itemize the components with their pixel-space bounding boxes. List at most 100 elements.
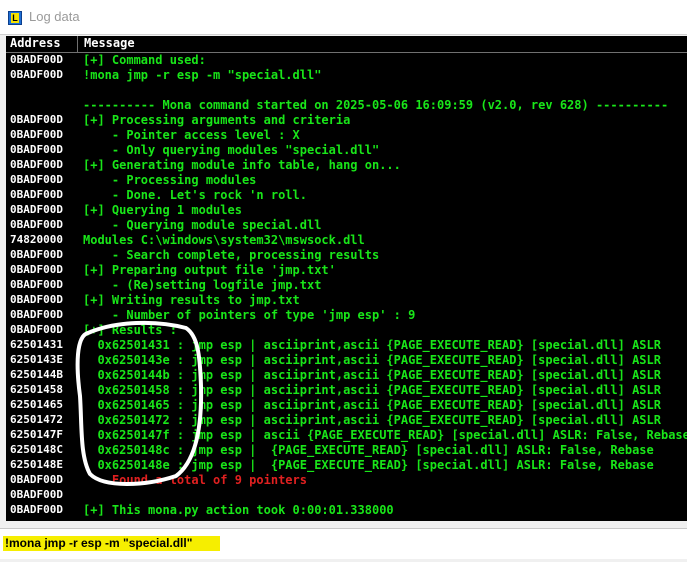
log-header: Address Message <box>6 36 687 53</box>
log-row[interactable]: 0BADF00D [+] Generating module info table… <box>6 158 687 173</box>
log-row-address: 62501431 <box>10 338 63 351</box>
command-input[interactable]: !mona jmp -r esp -m "special.dll" <box>3 536 221 551</box>
log-row-message: Modules C:\windows\system32\mswsock.dll <box>83 233 365 247</box>
log-row-address: 0BADF00D <box>10 143 63 156</box>
log-row-message: 0x62501458 : jmp esp | asciiprint,ascii … <box>83 383 661 397</box>
log-row-address: 0BADF00D <box>10 278 63 291</box>
log-row[interactable]: 6250148E 0x6250148e : jmp esp | {PAGE_EX… <box>6 458 687 473</box>
log-row-address: 0BADF00D <box>10 308 63 321</box>
log-row-message: - Pointer access level : X <box>83 128 300 142</box>
log-row[interactable]: 0BADF00D - Querying module special.dll <box>6 218 687 233</box>
log-row-address: 62501458 <box>10 383 63 396</box>
log-row-address: 0BADF00D <box>10 113 63 126</box>
log-row[interactable]: 0BADF00D - Search complete, processing r… <box>6 248 687 263</box>
log-row-message: [+] Results : <box>83 323 177 337</box>
log-row-message: ---------- Mona command started on 2025-… <box>83 98 669 112</box>
log-row-message: [+] Querying 1 modules <box>83 203 242 217</box>
log-row-message: 0x62501431 : jmp esp | asciiprint,ascii … <box>83 338 661 352</box>
command-bar: !mona jmp -r esp -m "special.dll" <box>0 528 687 559</box>
log-row[interactable]: 0BADF00D - Number of pointers of type 'j… <box>6 308 687 323</box>
column-header-message[interactable]: Message <box>84 36 135 52</box>
log-row-message: 0x62501472 : jmp esp | asciiprint,ascii … <box>83 413 661 427</box>
log-row[interactable]: 6250147F 0x6250147f : jmp esp | ascii {P… <box>6 428 687 443</box>
log-row[interactable]: 0BADF00D [+] Command used: <box>6 53 687 68</box>
log-row-address: 0BADF00D <box>10 203 63 216</box>
log-row[interactable]: 62501458 0x62501458 : jmp esp | asciipri… <box>6 383 687 398</box>
log-row-message: 0x6250144b : jmp esp | asciiprint,ascii … <box>83 368 661 382</box>
log-row-address: 62501472 <box>10 413 63 426</box>
log-row-message: 0x6250147f : jmp esp | ascii {PAGE_EXECU… <box>83 428 687 442</box>
log-row-message: [+] Writing results to jmp.txt <box>83 293 300 307</box>
log-row[interactable]: 0BADF00D Found a total of 9 pointers <box>6 473 687 488</box>
log-row-message: - Processing modules <box>83 173 257 187</box>
log-row-message: [+] This mona.py action took 0:00:01.338… <box>83 503 394 517</box>
log-row[interactable]: 62501472 0x62501472 : jmp esp | asciipri… <box>6 413 687 428</box>
log-row[interactable]: 0BADF00D - Processing modules <box>6 173 687 188</box>
log-row-address: 0BADF00D <box>10 488 63 501</box>
log-row[interactable]: 0BADF00D - Done. Let's rock 'n roll. <box>6 188 687 203</box>
log-row[interactable]: 0BADF00D <box>6 488 687 503</box>
log-row-message: [+] Generating module info table, hang o… <box>83 158 401 172</box>
log-row-address: 0BADF00D <box>10 503 63 516</box>
log-row[interactable]: ---------- Mona command started on 2025-… <box>6 98 687 113</box>
log-row-address: 6250148C <box>10 443 63 456</box>
log-row-address: 0BADF00D <box>10 218 63 231</box>
log-row-message: [+] Command used: <box>83 53 206 67</box>
log-row[interactable]: 0BADF00D [+] Preparing output file 'jmp.t… <box>6 263 687 278</box>
title-bar: L Log data <box>0 0 687 35</box>
log-row-address: 0BADF00D <box>10 293 63 306</box>
log-row-address: 0BADF00D <box>10 173 63 186</box>
log-row[interactable] <box>6 83 687 98</box>
log-row-address: 6250147F <box>10 428 63 441</box>
log-row[interactable]: 6250143E 0x6250143e : jmp esp | asciipri… <box>6 353 687 368</box>
log-row[interactable]: 0BADF00D [+] Writing results to jmp.txt <box>6 293 687 308</box>
log-row-message: 0x6250148c : jmp esp | {PAGE_EXECUTE_REA… <box>83 443 654 457</box>
log-row-message: !mona jmp -r esp -m "special.dll" <box>83 68 322 82</box>
log-row-address: 0BADF00D <box>10 473 63 486</box>
log-window[interactable]: Address Message 0BADF00D [+] Command used… <box>6 36 687 521</box>
column-divider[interactable] <box>77 36 78 52</box>
log-row-message: [+] Processing arguments and criteria <box>83 113 351 127</box>
log-row[interactable]: 62501431 0x62501431 : jmp esp | asciipri… <box>6 338 687 353</box>
log-row-address: 74820000 <box>10 233 63 246</box>
log-row-message: - Only querying modules "special.dll" <box>83 143 380 157</box>
log-row-message: - Querying module special.dll <box>83 218 322 232</box>
log-row-message: 0x6250148e : jmp esp | {PAGE_EXECUTE_REA… <box>83 458 654 472</box>
log-row-address: 0BADF00D <box>10 68 63 81</box>
log-row-address: 0BADF00D <box>10 248 63 261</box>
log-row-message: - (Re)setting logfile jmp.txt <box>83 278 322 292</box>
log-row-address: 0BADF00D <box>10 128 63 141</box>
log-row[interactable]: 0BADF00D [+] This mona.py action took 0:0… <box>6 503 687 518</box>
log-row[interactable]: 74820000 Modules C:\windows\system32\msws… <box>6 233 687 248</box>
log-row[interactable]: 6250148C 0x6250148c : jmp esp | {PAGE_EX… <box>6 443 687 458</box>
log-row[interactable]: 6250144B 0x6250144b : jmp esp | asciipri… <box>6 368 687 383</box>
log-row-address: 6250143E <box>10 353 63 366</box>
log-row-address: 0BADF00D <box>10 158 63 171</box>
log-row-message: 0x62501465 : jmp esp | asciiprint,ascii … <box>83 398 661 412</box>
log-row-message: Found a total of 9 pointers <box>83 473 307 487</box>
log-row[interactable]: 62501465 0x62501465 : jmp esp | asciipri… <box>6 398 687 413</box>
log-row[interactable]: 0BADF00D [+] Processing arguments and cri… <box>6 113 687 128</box>
log-row[interactable]: 0BADF00D [+] Querying 1 modules <box>6 203 687 218</box>
log-row[interactable]: 0BADF00D - (Re)setting logfile jmp.txt <box>6 278 687 293</box>
log-row-address: 0BADF00D <box>10 188 63 201</box>
log-row-message: 0x6250143e : jmp esp | asciiprint,ascii … <box>83 353 661 367</box>
log-row-address: 6250144B <box>10 368 63 381</box>
app-logo-icon: L <box>8 11 22 25</box>
log-rows: 0BADF00D [+] Command used: 0BADF00D !mona j… <box>6 53 687 518</box>
log-row[interactable]: 0BADF00D [+] Results : <box>6 323 687 338</box>
log-row[interactable]: 0BADF00D !mona jmp -r esp -m "special.dll… <box>6 68 687 83</box>
column-header-address[interactable]: Address <box>10 36 61 52</box>
log-row[interactable]: 0BADF00D - Pointer access level : X <box>6 128 687 143</box>
log-row-message: [+] Preparing output file 'jmp.txt' <box>83 263 336 277</box>
window-title: Log data <box>29 9 80 24</box>
log-row-message: - Search complete, processing results <box>83 248 380 262</box>
log-row-address: 62501465 <box>10 398 63 411</box>
log-row-address: 0BADF00D <box>10 323 63 336</box>
log-row[interactable]: 0BADF00D - Only querying modules "specia… <box>6 143 687 158</box>
log-row-address: 0BADF00D <box>10 263 63 276</box>
log-row-address: 0BADF00D <box>10 53 63 66</box>
log-row-address: 6250148E <box>10 458 63 471</box>
log-row-message: - Number of pointers of type 'jmp esp' :… <box>83 308 416 322</box>
log-row-message: - Done. Let's rock 'n roll. <box>83 188 307 202</box>
